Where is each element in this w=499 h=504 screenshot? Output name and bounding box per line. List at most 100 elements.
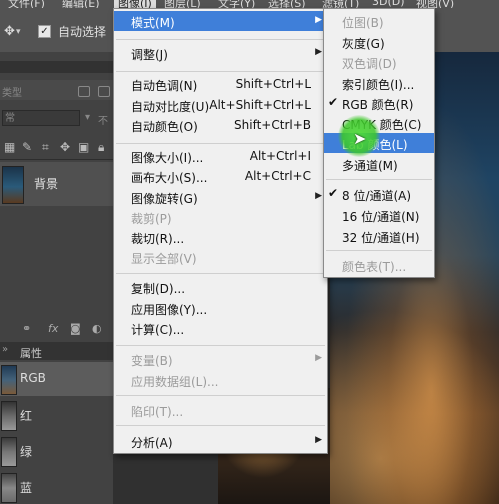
menu-item-label: 双色调(D) [342, 57, 397, 71]
menu-item-label: 复制(D)... [131, 282, 186, 296]
channel-row-blue[interactable]: 蓝 [0, 470, 113, 504]
channel-name: 红 [20, 409, 33, 423]
link-icon[interactable]: ⚭ [22, 322, 31, 335]
layer-filter-row: 类型 [0, 80, 113, 100]
move-tool-icon[interactable]: ✥ [4, 24, 15, 39]
menu-item-trap: 陷印(T)... [114, 400, 327, 420]
lock-icon[interactable]: 🔒︎ [98, 140, 104, 155]
auto-select-checkbox[interactable]: ✓ [38, 25, 51, 38]
channel-row-rgb[interactable]: RGB [0, 362, 113, 396]
menu-edit[interactable]: 编辑(E) [62, 0, 100, 8]
submenu-arrow-icon: ▶ [315, 191, 322, 201]
divider [0, 159, 113, 160]
panel-title[interactable]: 属性 [20, 345, 42, 361]
menu-filter[interactable]: 滤镜(T) [322, 0, 359, 8]
menu-item-label: 调整(J) [131, 48, 168, 62]
menu-select[interactable]: 选择(S) [268, 0, 306, 8]
menu-item-label: 陷印(T)... [131, 405, 184, 419]
menu-item-auto-contrast[interactable]: 自动对比度(U) Alt+Shift+Ctrl+L [114, 95, 327, 115]
menu-separator [116, 345, 325, 346]
chevron-down-icon[interactable]: ▾ [16, 27, 21, 37]
layer-row-background[interactable]: 背景 [0, 162, 113, 206]
menu-item-label: 多通道(M) [342, 159, 398, 173]
menu-item-label: 16 位/通道(N) [342, 210, 420, 224]
mode-item-32bit[interactable]: 32 位/通道(H) [324, 226, 434, 246]
artboard-lock-icon[interactable]: ▣ [78, 140, 89, 154]
menu-image[interactable]: 图像(I) [114, 0, 156, 8]
menu-item-canvas-size[interactable]: 画布大小(S)... Alt+Ctrl+C [114, 166, 327, 186]
menu-item-adjust[interactable]: 调整(J) ▶ [114, 43, 327, 63]
submenu-arrow-icon: ▶ [315, 15, 322, 25]
mode-item-indexed-color[interactable]: 索引颜色(I)... [324, 73, 434, 93]
mask-icon[interactable]: ◙ [70, 322, 81, 335]
channel-row-green[interactable]: 绿 [0, 434, 113, 468]
menu-item-apply-image[interactable]: 应用图像(Y)... [114, 298, 327, 318]
menu-separator [116, 395, 325, 396]
menu-item-label: 应用图像(Y)... [131, 303, 208, 317]
move-lock-icon[interactable]: ✥ [60, 140, 70, 154]
menu-item-calculations[interactable]: 计算(C)... [114, 318, 327, 338]
menu-layer[interactable]: 图层(L) [164, 0, 201, 8]
submenu-arrow-icon: ▶ [315, 435, 322, 445]
blend-mode-row: 常 ▾ 不 [0, 108, 113, 130]
menu-item-apply-data-set: 应用数据组(L)... [114, 370, 327, 390]
menu-item-shortcut: Shift+Ctrl+B [234, 118, 311, 132]
opacity-label: 不 [98, 116, 108, 127]
lock-pixels-icon[interactable]: ▦ [4, 140, 15, 154]
menu-item-shortcut: Alt+Ctrl+C [244, 169, 311, 183]
menu-item-auto-tone[interactable]: 自动色调(N) Shift+Ctrl+L [114, 74, 327, 94]
mode-item-duotone: 双色调(D) [324, 52, 434, 72]
menu-separator [326, 179, 432, 180]
menu-item-analysis[interactable]: 分析(A) ▶ [114, 431, 327, 451]
mode-item-grayscale[interactable]: 灰度(G) [324, 32, 434, 52]
channel-row-red[interactable]: 红 [0, 398, 113, 432]
menu-item-label: 颜色表(T)... [342, 260, 407, 274]
menu-item-crop: 裁剪(P) [114, 207, 327, 227]
pixel-filter-icon[interactable] [78, 86, 90, 97]
menu-file[interactable]: 文件(F) [8, 0, 45, 8]
menu-item-label: 模式(M) [131, 16, 175, 30]
menu-item-trim[interactable]: 裁切(R)... [114, 227, 327, 247]
menu-item-duplicate[interactable]: 复制(D)... [114, 277, 327, 297]
menu-item-label: 自动对比度(U) [131, 100, 210, 114]
layer-name[interactable]: 背景 [34, 175, 58, 192]
kind-filter-label[interactable]: 类型 [2, 84, 22, 99]
blend-mode-select[interactable]: 常 [2, 110, 80, 126]
mode-item-8bit[interactable]: ✔ 8 位/通道(A) [324, 184, 434, 204]
menu-item-label: 显示全部(V) [131, 252, 197, 266]
layers-bottom-bar: ⚭ fx ◙ ◐ [0, 322, 113, 336]
mouse-pointer-icon: ➤ [353, 129, 367, 148]
menu-item-image-size[interactable]: 图像大小(I)... Alt+Ctrl+I [114, 146, 327, 166]
checkmark-icon: ✔ [328, 95, 339, 109]
menu-3d[interactable]: 3D(D) [372, 0, 405, 8]
menu-item-label: 32 位/通道(H) [342, 231, 420, 245]
menu-item-mode[interactable]: 模式(M) ▶ [114, 11, 327, 31]
close-icon[interactable]: » [2, 344, 8, 355]
crop-lock-icon[interactable]: ⌗ [42, 140, 49, 155]
menu-separator [116, 71, 325, 72]
chevron-down-icon[interactable]: ▾ [85, 112, 90, 123]
menu-item-label: 计算(C)... [131, 323, 185, 337]
checkmark-icon: ✔ [328, 186, 339, 200]
adjust-filter-icon[interactable] [98, 86, 110, 97]
channel-thumbnail [1, 473, 17, 503]
menu-item-variables: 变量(B) ▶ [114, 349, 327, 369]
menu-item-label: 应用数据组(L)... [131, 375, 219, 389]
menu-item-label: 索引颜色(I)... [342, 78, 415, 92]
menu-item-shortcut: Shift+Ctrl+L [235, 77, 311, 91]
adjustment-icon[interactable]: ◐ [92, 322, 102, 335]
menu-item-image-rotation[interactable]: 图像旋转(G) ▶ [114, 187, 327, 207]
menu-type[interactable]: 文字(Y) [218, 0, 255, 8]
channel-thumbnail [1, 437, 17, 467]
mode-item-multichannel[interactable]: 多通道(M) [324, 154, 434, 174]
mode-item-rgb[interactable]: ✔ RGB 颜色(R) [324, 93, 434, 113]
menu-separator [116, 143, 325, 144]
mode-item-16bit[interactable]: 16 位/通道(N) [324, 205, 434, 225]
submenu-arrow-icon: ▶ [315, 353, 322, 363]
fx-icon[interactable]: fx [48, 322, 58, 335]
menu-item-label: 位图(B) [342, 16, 384, 30]
menu-item-shortcut: Alt+Ctrl+I [249, 149, 311, 163]
brush-lock-icon[interactable]: ✎ [22, 140, 32, 154]
menu-view[interactable]: 视图(V) [416, 0, 454, 8]
menu-item-auto-color[interactable]: 自动颜色(O) Shift+Ctrl+B [114, 115, 327, 135]
